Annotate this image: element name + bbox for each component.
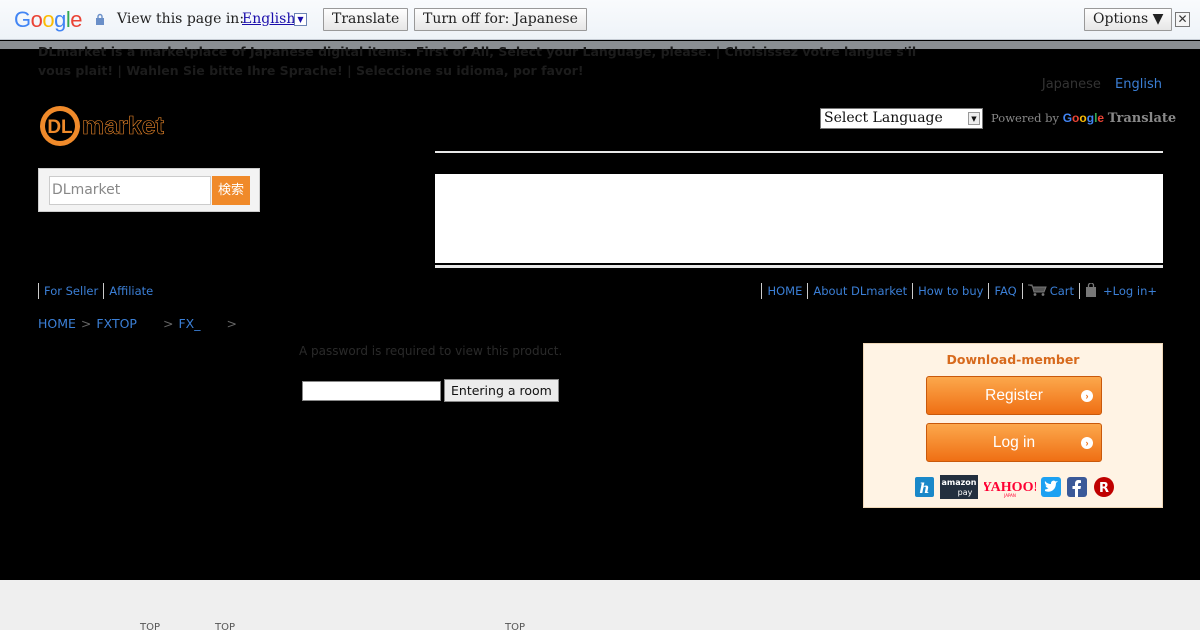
left-nav: For Seller Affiliate bbox=[38, 283, 158, 299]
language-japanese[interactable]: Japanese bbox=[1042, 77, 1101, 92]
footer-top-link[interactable]: TOP bbox=[140, 622, 160, 630]
svg-text:R: R bbox=[1099, 481, 1109, 496]
select-language-dropdown[interactable]: Select Language ▼ bbox=[820, 108, 983, 129]
breadcrumb-fxtop[interactable]: FXTOP bbox=[96, 316, 137, 331]
options-button[interactable]: Options ▼ bbox=[1084, 8, 1173, 31]
turn-off-button[interactable]: Turn off for: Japanese bbox=[414, 8, 587, 31]
translate-bar: Google View this page in: English ▼ Tran… bbox=[0, 0, 1200, 40]
dlmarket-logo[interactable]: DL market bbox=[38, 103, 184, 149]
translate-label[interactable]: Translate bbox=[1108, 111, 1176, 126]
nav-for-seller[interactable]: For Seller bbox=[38, 283, 103, 299]
amazon-pay-icon[interactable]: amazonpay bbox=[940, 475, 978, 499]
chevron-right-icon: › bbox=[1081, 437, 1093, 449]
register-label: Register bbox=[985, 387, 1043, 404]
member-panel: Download-member Register › Log in › h am… bbox=[863, 343, 1163, 508]
powered-by-google: Powered by Google Translate bbox=[991, 111, 1176, 126]
password-message: A password is required to view this prod… bbox=[299, 344, 563, 358]
svg-text:pay: pay bbox=[958, 488, 973, 497]
right-nav: HOME About DLmarket How to buy FAQ Cart +Log … bbox=[761, 283, 1162, 299]
login-label: +Log in+ bbox=[1103, 284, 1157, 298]
svg-text:h: h bbox=[919, 481, 929, 497]
enter-room-button[interactable]: Entering a room bbox=[444, 379, 559, 402]
cart-icon bbox=[1027, 284, 1047, 296]
nav-home[interactable]: HOME bbox=[761, 283, 807, 299]
facebook-icon[interactable] bbox=[1066, 475, 1088, 499]
close-icon[interactable]: ✕ bbox=[1175, 12, 1190, 27]
translate-button[interactable]: Translate bbox=[323, 8, 409, 31]
google-logo: Google bbox=[14, 7, 83, 32]
nav-how-to-buy[interactable]: How to buy bbox=[912, 283, 988, 299]
yahoo-icon[interactable]: YAHOO!JAPAN bbox=[984, 475, 1036, 499]
nav-faq[interactable]: FAQ bbox=[988, 283, 1021, 299]
footer-top-link[interactable]: TOP bbox=[215, 622, 235, 630]
logo-text: market bbox=[82, 112, 165, 140]
lock-icon bbox=[1086, 283, 1097, 297]
password-input[interactable] bbox=[302, 381, 441, 401]
chevron-down-icon: ▼ bbox=[968, 112, 980, 125]
language-notice: DLmarket is a marketplace of Japanese di… bbox=[38, 44, 917, 78]
register-button[interactable]: Register › bbox=[926, 376, 1102, 415]
banner-area bbox=[435, 174, 1163, 263]
svg-text:amazon: amazon bbox=[942, 478, 977, 487]
login-button-label: Log in bbox=[992, 434, 1036, 451]
rakuten-icon[interactable]: R bbox=[1093, 475, 1115, 499]
divider bbox=[435, 151, 1163, 153]
breadcrumb-fx[interactable]: FX_ bbox=[178, 316, 200, 331]
svg-text:JAPAN: JAPAN bbox=[1003, 493, 1016, 498]
nav-cart[interactable]: Cart bbox=[1021, 283, 1079, 299]
language-links: Japanese English bbox=[1032, 77, 1162, 92]
view-page-text: View this page in: bbox=[117, 11, 245, 27]
twitter-icon[interactable] bbox=[1040, 475, 1062, 499]
footer-top-link[interactable]: TOP bbox=[505, 622, 525, 630]
search-box: DLmarket 検索 bbox=[38, 168, 260, 212]
nav-about[interactable]: About DLmarket bbox=[807, 283, 912, 299]
chevron-down-icon[interactable]: ▼ bbox=[294, 13, 307, 26]
search-button[interactable]: 検索 bbox=[212, 176, 250, 205]
member-title: Download-member bbox=[946, 352, 1080, 367]
breadcrumb: HOME > FXTOP > FX_ > bbox=[38, 316, 237, 331]
nav-affiliate[interactable]: Affiliate bbox=[103, 283, 158, 299]
select-language-label: Select Language bbox=[824, 110, 943, 126]
nav-login[interactable]: +Log in+ bbox=[1079, 283, 1162, 299]
login-button[interactable]: Log in › bbox=[926, 423, 1102, 462]
chevron-right-icon: › bbox=[1081, 390, 1093, 402]
hatena-icon[interactable]: h bbox=[914, 475, 936, 499]
svg-text:DL: DL bbox=[47, 117, 73, 138]
divider bbox=[435, 265, 1163, 268]
breadcrumb-home[interactable]: HOME bbox=[38, 316, 76, 331]
footer: TOP TOP TOP bbox=[0, 580, 1200, 630]
powered-by-label: Powered by bbox=[991, 111, 1060, 125]
language-english[interactable]: English bbox=[1115, 77, 1162, 92]
search-input[interactable]: DLmarket bbox=[49, 176, 211, 205]
google-mini-logo: Google bbox=[1062, 111, 1105, 125]
lock-icon bbox=[96, 13, 104, 25]
cart-label: Cart bbox=[1049, 284, 1075, 298]
translate-language-link[interactable]: English bbox=[242, 11, 295, 27]
